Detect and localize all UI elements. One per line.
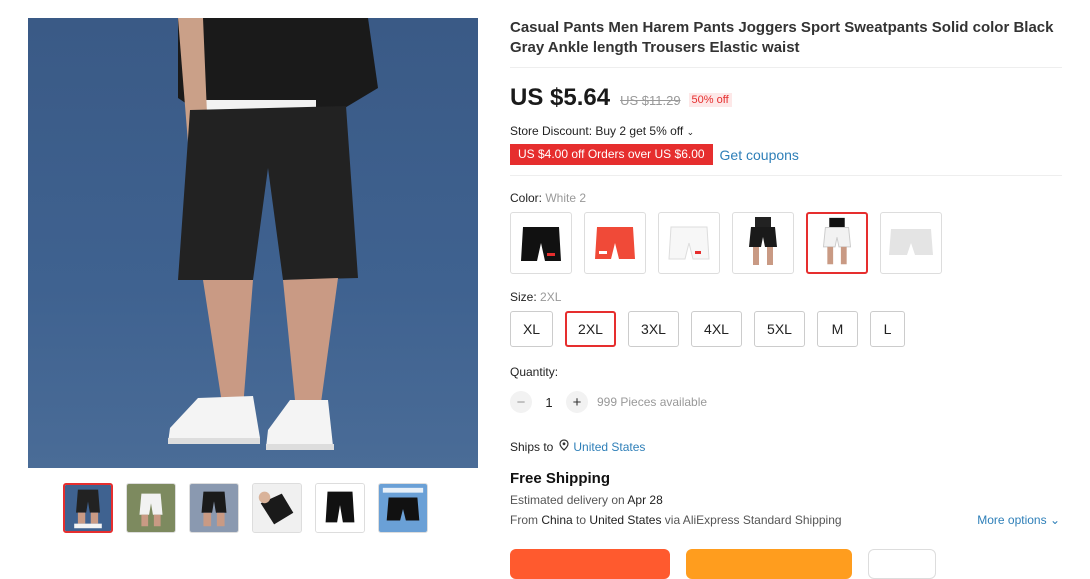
divider <box>510 175 1062 176</box>
size-option-l[interactable]: L <box>870 311 905 347</box>
color-option-black-shorts[interactable] <box>510 212 572 274</box>
buy-now-button[interactable] <box>510 549 670 579</box>
stock-available: 999 Pieces available <box>597 395 708 409</box>
selected-color: White 2 <box>545 191 587 205</box>
quantity-minus-button[interactable]: − <box>510 391 532 413</box>
thumbnail-2[interactable] <box>126 483 176 533</box>
coupon-row: US $4.00 off Orders over US $6.00 Get co… <box>510 144 1062 165</box>
color-option-gray-shorts[interactable] <box>880 212 942 274</box>
estimated-delivery: Estimated delivery on Apr 28 <box>510 493 663 507</box>
current-price: US $5.64 <box>510 84 611 111</box>
color-option-white-shorts[interactable] <box>658 212 720 274</box>
size-option-3xl[interactable]: 3XL <box>628 311 679 347</box>
free-shipping-title: Free Shipping <box>510 470 611 487</box>
quantity-plus-button[interactable]: + <box>566 391 588 413</box>
thumbnail-5[interactable] <box>315 483 365 533</box>
ships-to-row: Ships to United States <box>510 439 1062 454</box>
color-option-model-black[interactable] <box>732 212 794 274</box>
thumbnail-4[interactable] <box>252 483 302 533</box>
coupon-badge: US $4.00 off Orders over US $6.00 <box>510 144 713 165</box>
color-option-model-white[interactable] <box>806 212 868 274</box>
more-options-link[interactable]: More options ⌄ <box>977 513 1060 527</box>
ships-to-location-link[interactable]: United States <box>573 440 645 454</box>
get-coupons-link[interactable]: Get coupons <box>720 147 799 163</box>
selected-size: 2XL <box>540 290 562 304</box>
discount-badge: 50% off <box>688 93 732 107</box>
add-to-cart-button[interactable] <box>686 549 852 579</box>
thumbnail-3[interactable] <box>189 483 239 533</box>
chevron-down-icon: ⌄ <box>686 127 695 137</box>
chevron-down-icon: ⌄ <box>1049 513 1060 527</box>
location-pin-icon <box>559 439 569 454</box>
ships-to-label: Ships to <box>510 439 554 454</box>
store-discount[interactable]: Store Discount: Buy 2 get 5% off ⌄ <box>510 124 1062 138</box>
main-product-image[interactable] <box>28 18 478 468</box>
thumbnail-6[interactable] <box>378 483 428 533</box>
shipping-route: From China to United States via AliExpre… <box>510 513 1060 527</box>
color-option-red-shorts[interactable] <box>584 212 646 274</box>
quantity-value[interactable]: 1 <box>532 395 566 410</box>
size-options: XL 2XL 3XL 4XL 5XL M L <box>510 311 1062 347</box>
color-options <box>510 212 1062 274</box>
thumbnail-1[interactable] <box>63 483 113 533</box>
color-label: Color: White 2 <box>510 191 587 205</box>
divider <box>510 67 1062 68</box>
store-discount-text: Store Discount: Buy 2 get 5% off <box>510 124 684 138</box>
original-price: US $11.29 <box>620 93 681 108</box>
quantity-label: Quantity: <box>510 365 559 379</box>
size-option-4xl[interactable]: 4XL <box>691 311 742 347</box>
product-info: Casual Pants Men Harem Pants Joggers Spo… <box>510 18 1062 527</box>
size-option-m[interactable]: M <box>817 311 858 347</box>
size-option-xl[interactable]: XL <box>510 311 553 347</box>
thumbnail-strip <box>63 483 428 533</box>
wishlist-button[interactable] <box>868 549 936 579</box>
product-title: Casual Pants Men Harem Pants Joggers Spo… <box>510 19 1054 56</box>
delivery-date: Apr 28 <box>627 493 663 507</box>
size-label: Size: 2XL <box>510 290 562 304</box>
quantity-stepper: − 1 + 999 Pieces available <box>510 391 1062 413</box>
size-option-5xl[interactable]: 5XL <box>754 311 805 347</box>
price-row: US $5.64 US $11.29 50% off <box>510 84 1062 112</box>
size-option-2xl[interactable]: 2XL <box>565 311 616 347</box>
